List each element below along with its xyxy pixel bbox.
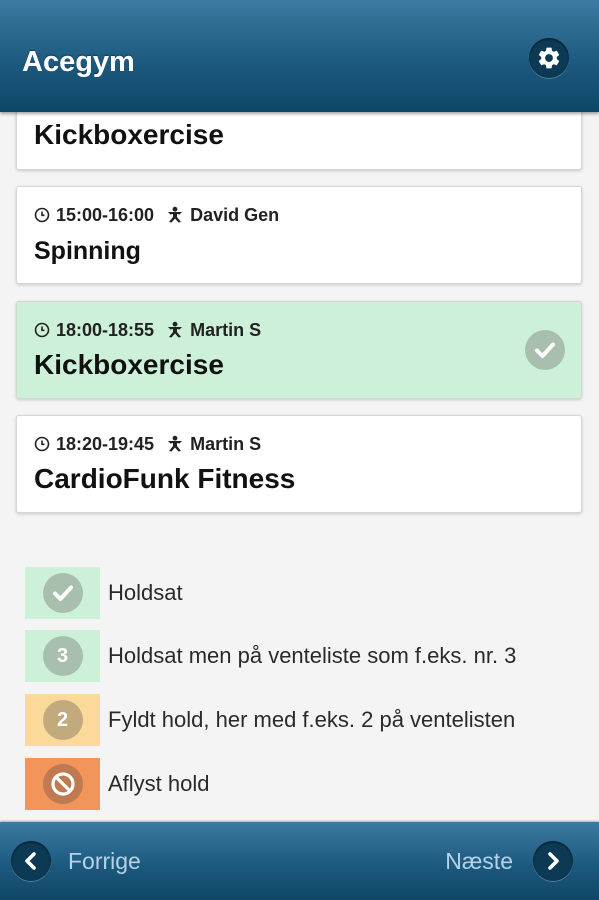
previous-button[interactable]	[11, 841, 51, 881]
legend-label: Holdsat	[108, 580, 183, 605]
class-title: Kickboxercise	[34, 349, 224, 380]
clock-icon	[34, 207, 50, 223]
checkmark-icon	[535, 342, 555, 358]
clock-icon	[34, 322, 50, 338]
class-title: Spinning	[34, 237, 141, 265]
class-title: CardioFunk Fitness	[34, 463, 296, 494]
class-instructor: David Gen	[190, 204, 280, 225]
chevron-right-icon	[548, 852, 559, 870]
class-card[interactable]: 15:00-16:00 David Gen Spinning	[16, 186, 582, 284]
legend-item-cancelled: Aflyst hold	[25, 758, 585, 810]
class-meta: 18:00-18:55 Martin S	[34, 319, 261, 341]
booked-badge	[525, 330, 565, 370]
legend-swatch: 2	[25, 694, 100, 746]
instructor-icon	[168, 206, 183, 223]
previous-label[interactable]: Forrige	[68, 846, 141, 876]
legend-item-waitlist: 3 Holdsat men på venteliste som f.eks. n…	[25, 630, 585, 682]
class-time: 18:20-19:45	[56, 433, 155, 454]
legend-label: Aflyst hold	[108, 771, 210, 796]
legend-label: Holdsat men på venteliste som f.eks. nr.…	[108, 643, 517, 668]
class-card[interactable]: Kickboxercise	[16, 112, 582, 170]
class-meta: 15:00-16:00 David Gen	[34, 204, 279, 226]
legend-swatch	[25, 758, 100, 810]
class-instructor: Martin S	[190, 433, 262, 454]
settings-button[interactable]	[529, 38, 569, 78]
instructor-icon	[168, 321, 183, 338]
app-header: Acegym	[0, 0, 599, 112]
chevron-left-icon	[25, 852, 36, 870]
class-meta: 18:20-19:45 Martin S	[34, 433, 261, 455]
footer-nav: Forrige Næste	[0, 822, 599, 900]
legend-swatch	[25, 567, 100, 619]
class-title: Kickboxercise	[34, 119, 224, 150]
legend-status-circle: 3	[42, 636, 83, 676]
legend-item-full: 2 Fyldt hold, her med f.eks. 2 på ventel…	[25, 694, 585, 746]
legend-status-circle: 2	[42, 700, 83, 740]
class-time: 18:00-18:55	[56, 319, 155, 340]
legend-item-booked: Holdsat	[25, 567, 585, 619]
clock-icon	[34, 436, 50, 452]
class-list: Kickboxercise 15:00-16:00 David Gen Spin…	[0, 112, 599, 822]
checkmark-icon	[52, 585, 73, 601]
legend-swatch: 3	[25, 630, 100, 682]
cancelled-icon	[50, 772, 75, 796]
class-card[interactable]: 18:20-19:45 Martin S CardioFunk Fitness	[16, 415, 582, 513]
instructor-icon	[168, 435, 183, 452]
app-title: Acegym	[22, 46, 135, 78]
legend-status-circle	[42, 573, 83, 613]
class-card-booked[interactable]: 18:00-18:55 Martin S Kickboxercise	[16, 301, 582, 399]
legend-status-circle	[42, 764, 83, 804]
next-button[interactable]	[533, 841, 573, 881]
next-label[interactable]: Næste	[445, 846, 513, 876]
gear-icon	[538, 47, 560, 69]
class-time: 15:00-16:00	[56, 204, 155, 225]
class-instructor: Martin S	[190, 319, 262, 340]
legend-label: Fyldt hold, her med f.eks. 2 på ventelis…	[108, 707, 516, 732]
